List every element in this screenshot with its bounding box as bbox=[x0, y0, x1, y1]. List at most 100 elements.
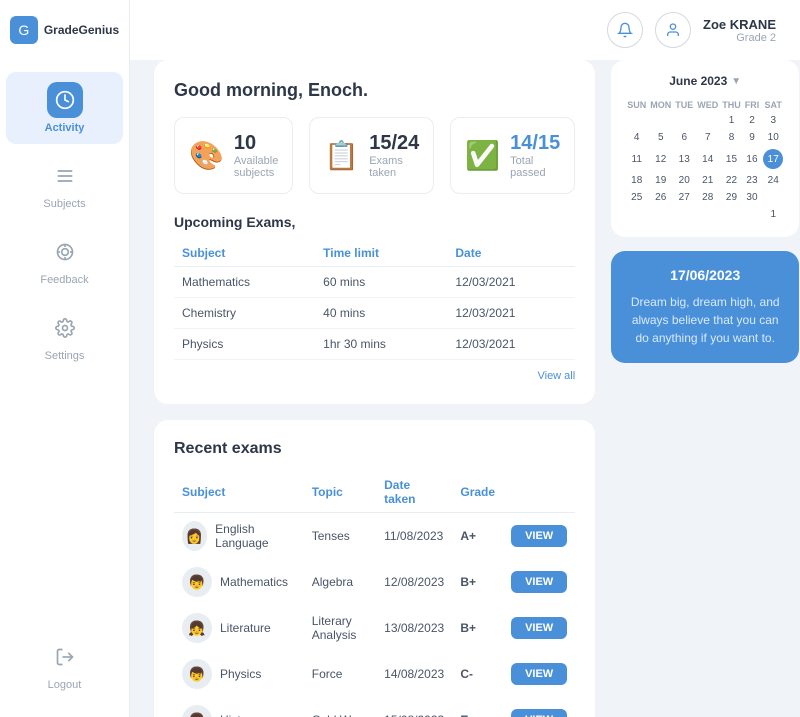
sidebar-item-settings[interactable]: Settings bbox=[6, 300, 122, 372]
recent-grade: B+ bbox=[452, 559, 503, 605]
calendar-day[interactable]: 16 bbox=[743, 146, 762, 172]
calendar-day[interactable]: 26 bbox=[648, 189, 673, 206]
calendar-day bbox=[695, 112, 720, 129]
table-row: Physics 1hr 30 mins 12/03/2021 bbox=[174, 329, 575, 360]
calendar-day[interactable]: 30 bbox=[743, 189, 762, 206]
calendar-grid: SUNMONTUEWEDTHUFRISAT 123456789101112131… bbox=[625, 98, 785, 223]
calendar-day[interactable]: 6 bbox=[673, 129, 695, 146]
view-button[interactable]: VIEW bbox=[511, 709, 567, 717]
stats-row: 🎨 10 Available subjects 📋 15/24 Exams ta… bbox=[174, 117, 575, 194]
view-button[interactable]: VIEW bbox=[511, 663, 567, 685]
calendar-day[interactable]: 12 bbox=[648, 146, 673, 172]
view-button[interactable]: VIEW bbox=[511, 571, 567, 593]
sidebar-subjects-label: Subjects bbox=[43, 198, 85, 210]
subject-avatar: 👩 bbox=[182, 705, 212, 717]
stat-exams-taken: 📋 15/24 Exams taken bbox=[309, 117, 434, 194]
header-user-info: Zoe KRANE Grade 2 bbox=[703, 17, 776, 44]
passed-emoji: ✅ bbox=[465, 139, 500, 172]
logo-text: GradeGenius bbox=[44, 23, 119, 37]
calendar-day[interactable]: 15 bbox=[720, 146, 743, 172]
table-row: Mathematics 60 mins 12/03/2021 bbox=[174, 267, 575, 298]
subject-avatar: 👦 bbox=[182, 567, 212, 597]
upcoming-subject: Chemistry bbox=[174, 298, 315, 329]
sidebar-item-subjects[interactable]: Subjects bbox=[6, 148, 122, 220]
left-panel: Good morning, Enoch. 🎨 10 Available subj… bbox=[154, 60, 595, 717]
calendar-day[interactable]: 28 bbox=[695, 189, 720, 206]
calendar-day[interactable]: 24 bbox=[761, 172, 785, 189]
calendar-day bbox=[761, 189, 785, 206]
table-row: 👩 History Cold War 15/08/2023 E VIEW bbox=[174, 697, 575, 717]
calendar-day-header: WED bbox=[695, 98, 720, 112]
calendar-day[interactable]: 7 bbox=[695, 129, 720, 146]
user-avatar[interactable] bbox=[655, 12, 691, 48]
calendar-day[interactable]: 11 bbox=[625, 146, 648, 172]
calendar-day[interactable]: 22 bbox=[720, 172, 743, 189]
calendar-day bbox=[648, 112, 673, 129]
recent-topic: Tenses bbox=[304, 513, 376, 560]
stat-total-passed: ✅ 14/15 Total passed bbox=[450, 117, 575, 194]
calendar-day[interactable]: 8 bbox=[720, 129, 743, 146]
calendar-day[interactable]: 21 bbox=[695, 172, 720, 189]
recent-subject-cell: 👩 English Language bbox=[174, 513, 304, 560]
calendar-day[interactable]: 2 bbox=[743, 112, 762, 129]
recent-action: VIEW bbox=[503, 513, 575, 560]
recent-grade: C- bbox=[452, 651, 503, 697]
greeting-card: Good morning, Enoch. 🎨 10 Available subj… bbox=[154, 60, 595, 404]
table-row: Chemistry 40 mins 12/03/2021 bbox=[174, 298, 575, 329]
notification-bell[interactable] bbox=[607, 12, 643, 48]
recent-topic: Force bbox=[304, 651, 376, 697]
view-all-container: View all bbox=[174, 366, 575, 384]
view-button[interactable]: VIEW bbox=[511, 617, 567, 639]
subject-name: Literature bbox=[220, 621, 271, 635]
calendar-day[interactable]: 4 bbox=[625, 129, 648, 146]
subjects-emoji: 🎨 bbox=[189, 139, 224, 172]
calendar-day bbox=[625, 206, 648, 223]
upcoming-col-timelimit: Time limit bbox=[315, 240, 447, 267]
sidebar-item-activity[interactable]: Activity bbox=[6, 72, 122, 144]
calendar-day[interactable]: 19 bbox=[648, 172, 673, 189]
calendar-day[interactable]: 14 bbox=[695, 146, 720, 172]
calendar-day[interactable]: 1 bbox=[761, 206, 785, 223]
calendar-day[interactable]: 5 bbox=[648, 129, 673, 146]
recent-grade: A+ bbox=[452, 513, 503, 560]
calendar-day[interactable]: 27 bbox=[673, 189, 695, 206]
calendar-day[interactable]: 9 bbox=[743, 129, 762, 146]
calendar-day[interactable]: 25 bbox=[625, 189, 648, 206]
view-button[interactable]: VIEW bbox=[511, 525, 567, 547]
calendar-day[interactable]: 13 bbox=[673, 146, 695, 172]
recent-action: VIEW bbox=[503, 605, 575, 651]
calendar-card: June 2023 ▼ SUNMONTUEWEDTHUFRISAT 123456… bbox=[611, 60, 799, 237]
sidebar-logout-label: Logout bbox=[48, 679, 82, 691]
sidebar-item-logout[interactable]: Logout bbox=[6, 629, 122, 701]
recent-date: 11/08/2023 bbox=[376, 513, 452, 560]
view-all-link[interactable]: View all bbox=[537, 370, 575, 382]
right-panel: June 2023 ▼ SUNMONTUEWEDTHUFRISAT 123456… bbox=[611, 60, 799, 717]
table-row: 👧 Literature Literary Analysis 13/08/202… bbox=[174, 605, 575, 651]
feedback-icon bbox=[47, 234, 83, 270]
upcoming-col-date: Date bbox=[447, 240, 575, 267]
calendar-day[interactable]: 10 bbox=[761, 129, 785, 146]
calendar-day[interactable]: 17 bbox=[761, 146, 785, 172]
calendar-chevron-icon[interactable]: ▼ bbox=[731, 76, 741, 87]
calendar-day[interactable]: 23 bbox=[743, 172, 762, 189]
calendar-day[interactable]: 3 bbox=[761, 112, 785, 129]
recent-grade: E bbox=[452, 697, 503, 717]
recent-col-action bbox=[503, 472, 575, 513]
subjects-icon bbox=[47, 158, 83, 194]
recent-date: 12/08/2023 bbox=[376, 559, 452, 605]
user-grade: Grade 2 bbox=[703, 32, 776, 44]
calendar-day[interactable]: 29 bbox=[720, 189, 743, 206]
recent-subject-cell: 👩 History bbox=[174, 697, 304, 717]
sidebar-item-feedback[interactable]: Feedback bbox=[6, 224, 122, 296]
calendar-day[interactable]: 20 bbox=[673, 172, 695, 189]
recent-date: 15/08/2023 bbox=[376, 697, 452, 717]
calendar-day[interactable]: 1 bbox=[720, 112, 743, 129]
table-row: 👩 English Language Tenses 11/08/2023 A+ … bbox=[174, 513, 575, 560]
passed-label: Total passed bbox=[510, 155, 560, 179]
table-row: 👦 Mathematics Algebra 12/08/2023 B+ VIEW bbox=[174, 559, 575, 605]
subject-name: History bbox=[220, 713, 257, 717]
calendar-day[interactable]: 18 bbox=[625, 172, 648, 189]
sidebar-settings-label: Settings bbox=[45, 350, 85, 362]
calendar-header: June 2023 ▼ bbox=[625, 74, 785, 88]
recent-action: VIEW bbox=[503, 559, 575, 605]
